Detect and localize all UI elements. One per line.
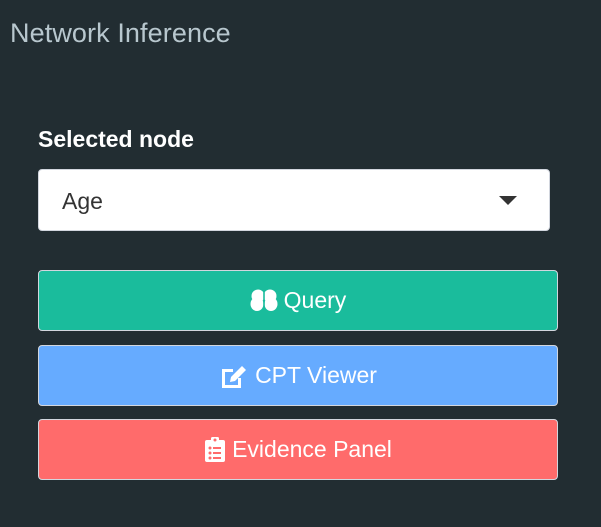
brain-icon	[250, 288, 278, 314]
cpt-viewer-button-label: CPT Viewer	[255, 362, 377, 388]
network-inference-panel: Network Inference Selected node Age Quer…	[0, 0, 601, 527]
query-button-label: Query	[283, 287, 347, 313]
edit-icon	[219, 363, 249, 389]
evidence-panel-button[interactable]: Evidence Panel	[38, 419, 558, 480]
selected-node-value: Age	[62, 188, 103, 214]
evidence-panel-button-label: Evidence Panel	[232, 436, 392, 462]
selected-node-label: Selected node	[38, 126, 194, 152]
chevron-down-icon	[499, 196, 517, 205]
selected-node-select[interactable]: Age	[38, 169, 550, 231]
clipboard-list-icon	[204, 436, 226, 463]
cpt-viewer-button[interactable]: CPT Viewer	[38, 345, 558, 406]
panel-title: Network Inference	[10, 18, 231, 48]
query-button[interactable]: Query	[38, 270, 558, 331]
